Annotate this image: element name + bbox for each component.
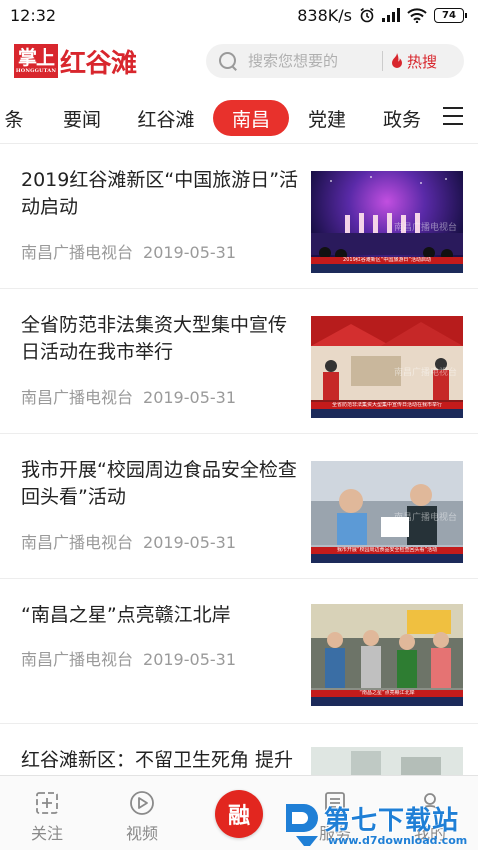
nav-follow[interactable]: 关注 — [17, 790, 77, 844]
news-title: 全省防范非法集资大型集中宣传日活动在我市举行 — [21, 314, 288, 363]
thumbnail-ticker — [311, 409, 463, 418]
network-speed: 838K/s — [297, 5, 352, 25]
news-item[interactable]: “南昌之星”点亮赣江北岸 南昌广播电视台 2019-05-31 “南昌之星”点亮赣… — [0, 580, 478, 724]
news-source: 南昌广播电视台 — [21, 650, 134, 669]
wifi-icon — [407, 7, 427, 23]
d7-logo-icon — [286, 804, 318, 846]
news-thumbnail: 南昌广播电视台 全省防范非法集资大型集中宣传日活动在我市举行 — [311, 316, 463, 418]
app-logo[interactable]: 掌上 HONGGUTAN 红谷滩 — [14, 43, 176, 80]
channel-tabs: 条 要闻 红谷滩 南昌 党建 政务 — [0, 92, 478, 144]
news-meta: 南昌广播电视台 2019-05-31 — [21, 529, 236, 553]
search-divider — [382, 51, 383, 71]
signal-icon — [382, 8, 400, 22]
tab-honggutan[interactable]: 红谷滩 — [130, 100, 202, 136]
news-thumbnail: 南昌广播电视台 2019红谷滩新区“中国旅游日”活动启动 — [311, 171, 463, 273]
logo-badge: 掌上 HONGGUTAN — [14, 44, 58, 78]
news-meta: 南昌广播电视台 2019-05-31 — [21, 384, 236, 408]
search-icon — [218, 51, 238, 71]
thumbnail-ticker — [311, 554, 463, 563]
logo-text: 红谷滩 — [60, 48, 137, 79]
follow-icon — [36, 792, 58, 814]
news-thumbnail: “南昌之星”点亮赣江北岸 — [311, 604, 463, 706]
search-input[interactable] — [248, 52, 378, 70]
news-title: “南昌之星”点亮赣江北岸 — [21, 604, 231, 626]
news-list: 2019红谷滩新区“中国旅游日”活动启动 南昌广播电视台 2019-05-31 南… — [0, 145, 478, 775]
thumbnail-ticker — [311, 264, 463, 273]
logo-badge-text: 掌上 — [17, 46, 55, 69]
nav-center-button[interactable]: 融 — [215, 790, 263, 838]
news-item[interactable]: 红谷滩新区：不留卫生死角 提升 — [0, 725, 478, 775]
tab-headlines[interactable]: 条 — [0, 100, 34, 136]
news-item[interactable]: 全省防范非法集资大型集中宣传日活动在我市举行 南昌广播电视台 2019-05-31… — [0, 290, 478, 434]
tab-news[interactable]: 要闻 — [52, 100, 112, 136]
battery-icon: 74 — [434, 7, 467, 23]
app-header: 掌上 HONGGUTAN 红谷滩 热搜 — [0, 30, 478, 92]
status-icons: 838K/s 74 — [297, 5, 467, 25]
thumbnail-ticker — [311, 697, 463, 706]
news-date: 2019-05-31 — [143, 243, 236, 262]
logo-badge-subtext: HONGGUTAN — [15, 67, 57, 74]
news-title: 红谷滩新区：不留卫生死角 提升 — [21, 749, 294, 771]
hot-search-label: 热搜 — [407, 52, 438, 71]
news-title: 我市开展“校园周边食品安全检查回头看”活动 — [21, 459, 297, 508]
nav-follow-label: 关注 — [30, 824, 63, 843]
news-date: 2019-05-31 — [143, 533, 236, 552]
thumbnail-caption: 2019红谷滩新区“中国旅游日”活动启动 — [311, 257, 463, 264]
alarm-icon — [360, 7, 374, 23]
watermark-url: www.d7download.com — [328, 834, 468, 847]
news-thumbnail: 南昌广播电视台 我市开展“校园周边食品安全检查回头看”活动 — [311, 461, 463, 563]
street-scene-image — [311, 747, 463, 775]
nav-video[interactable]: 视频 — [112, 790, 172, 844]
thumbnail-watermark: 南昌广播电视台 — [393, 367, 457, 378]
tab-party[interactable]: 党建 — [298, 100, 356, 136]
status-bar: 12:32 838K/s 74 — [0, 0, 478, 30]
news-source: 南昌广播电视台 — [21, 388, 134, 407]
news-item[interactable]: 2019红谷滩新区“中国旅游日”活动启动 南昌广播电视台 2019-05-31 南… — [0, 145, 478, 289]
tab-government[interactable]: 政务 — [373, 100, 431, 136]
status-time: 12:32 — [10, 5, 57, 25]
news-date: 2019-05-31 — [143, 650, 236, 669]
news-source: 南昌广播电视台 — [21, 243, 134, 262]
news-thumbnail — [311, 747, 463, 775]
hot-search-button[interactable]: 热搜 — [391, 51, 437, 72]
news-date: 2019-05-31 — [143, 388, 236, 407]
tab-nanchang[interactable]: 南昌 — [213, 100, 289, 136]
thumbnail-watermark: 南昌广播电视台 — [393, 222, 457, 233]
watermark-title: 第七下载站 — [324, 806, 460, 836]
news-item[interactable]: 我市开展“校园周边食品安全检查回头看”活动 南昌广播电视台 2019-05-31 … — [0, 435, 478, 579]
search-box[interactable]: 热搜 — [206, 44, 464, 78]
play-icon — [130, 791, 154, 815]
thumbnail-caption: 我市开展“校园周边食品安全检查回头看”活动 — [311, 547, 463, 554]
thumbnail-watermark: 南昌广播电视台 — [393, 512, 457, 523]
news-meta: 南昌广播电视台 2019-05-31 — [21, 646, 236, 670]
site-watermark: 第七下载站 www.d7download.com — [282, 800, 478, 850]
news-meta: 南昌广播电视台 2019-05-31 — [21, 239, 236, 263]
thumbnail-caption: 全省防范非法集资大型集中宣传日活动在我市举行 — [311, 402, 463, 409]
news-title: 2019红谷滩新区“中国旅游日”活动启动 — [21, 169, 299, 218]
channel-menu-icon[interactable] — [443, 107, 463, 125]
flame-icon — [392, 53, 402, 68]
news-source: 南昌广播电视台 — [21, 533, 134, 552]
thumbnail-caption: “南昌之星”点亮赣江北岸 — [311, 690, 463, 697]
nav-video-label: 视频 — [125, 824, 158, 843]
